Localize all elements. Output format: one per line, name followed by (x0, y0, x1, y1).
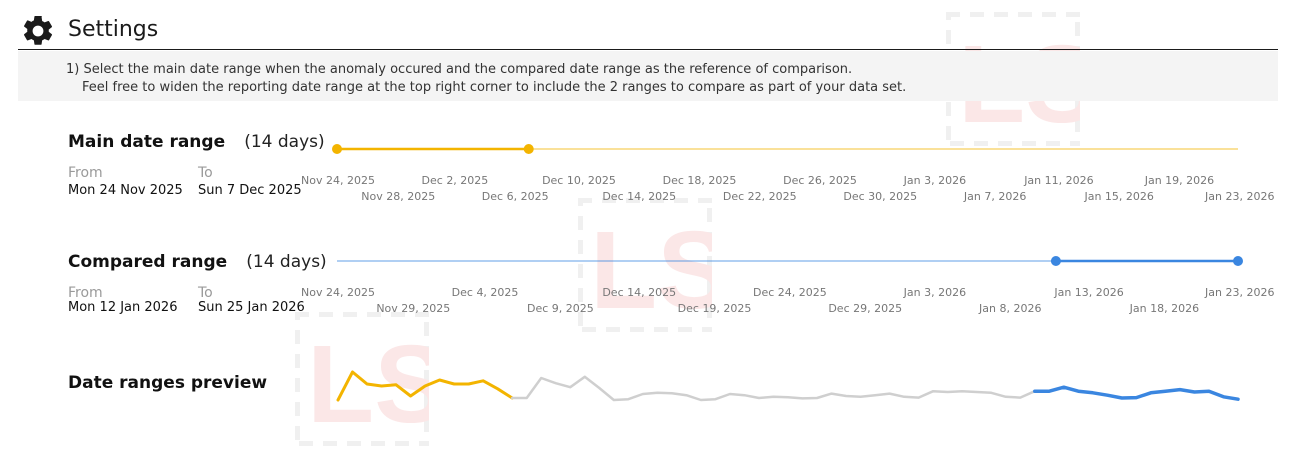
date-ranges-preview-chart (336, 370, 1240, 402)
compared-from-label: From (68, 285, 103, 301)
tick-label: Jan 8, 2026 (979, 302, 1042, 315)
compared-to-value: Sun 25 Jan 2026 (198, 300, 305, 315)
tick-label: Dec 4, 2025 (451, 286, 519, 299)
tick-label: Jan 3, 2026 (903, 286, 967, 299)
tick-label: Jan 23, 2026 (1205, 286, 1275, 299)
tick-label: Dec 18, 2025 (662, 174, 737, 187)
tick-label: Dec 14, 2025 (602, 286, 677, 299)
compared-range-section: Compared range (14 days) (68, 252, 327, 272)
compared-range-slider-start-handle[interactable] (1050, 256, 1061, 266)
tick-label: Jan 3, 2026 (903, 174, 967, 187)
main-to-label: To (198, 165, 213, 181)
main-from-label: From (68, 165, 103, 181)
compared-to-label: To (198, 285, 213, 301)
tick-label: Dec 10, 2025 (542, 174, 616, 187)
tick-label: Dec 2, 2025 (421, 174, 489, 187)
compared-range-slider[interactable] (330, 252, 1245, 270)
tick-label: Dec 14, 2025 (602, 190, 677, 203)
tick-label: Dec 24, 2025 (753, 286, 827, 299)
compared-range-slider-end-handle[interactable] (1233, 256, 1243, 266)
preview-main-series (336, 370, 514, 402)
compared-range-label: Compared range (68, 252, 228, 272)
tick-label: Dec 29, 2025 (828, 302, 903, 315)
tick-label: Dec 22, 2025 (722, 190, 797, 203)
compared-from-value: Mon 12 Jan 2026 (68, 300, 178, 315)
divider (18, 49, 1278, 50)
main-to-value: Sun 7 Dec 2025 (198, 183, 302, 198)
tick-label: Nov 24, 2025 (301, 286, 375, 299)
tick-label: Jan 7, 2026 (963, 190, 1027, 203)
tick-label: Jan 15, 2026 (1084, 190, 1154, 203)
compared-range-days: (14 days) (246, 252, 327, 272)
tick-label: Nov 24, 2025 (301, 174, 375, 187)
tick-label: Jan 13, 2026 (1054, 286, 1124, 299)
info-line-2: Feel free to widen the reporting date ra… (82, 80, 907, 95)
page-title: Settings (68, 17, 159, 42)
gear-icon (24, 15, 53, 45)
tick-label: Jan 11, 2026 (1024, 174, 1094, 187)
tick-label: Dec 26, 2025 (783, 174, 857, 187)
tick-label: Nov 29, 2025 (376, 302, 451, 315)
main-range-label: Main date range (68, 132, 226, 152)
tick-label: Dec 19, 2025 (677, 302, 752, 315)
tick-label: Jan 19, 2026 (1144, 174, 1215, 187)
tick-label: Nov 28, 2025 (361, 190, 436, 203)
tick-label: Dec 30, 2025 (843, 190, 918, 203)
main-range-slider-start-handle[interactable] (332, 144, 342, 154)
tick-label: Dec 9, 2025 (527, 302, 594, 315)
preview-compared-series (1033, 385, 1240, 401)
tick-label: Dec 6, 2025 (481, 190, 549, 203)
main-range-section: Main date range (14 days) (68, 132, 325, 152)
tick-label: Jan 23, 2026 (1205, 190, 1275, 203)
main-range-slider[interactable] (330, 140, 1245, 158)
preview-other-series (510, 375, 1037, 402)
main-range-days: (14 days) (244, 132, 325, 152)
main-from-value: Mon 24 Nov 2025 (68, 183, 183, 198)
tick-label: Jan 18, 2026 (1129, 302, 1200, 315)
main-range-slider-end-handle[interactable] (523, 144, 534, 154)
info-line-1: 1) Select the main date range when the a… (66, 62, 853, 77)
preview-label: Date ranges preview (68, 373, 268, 393)
